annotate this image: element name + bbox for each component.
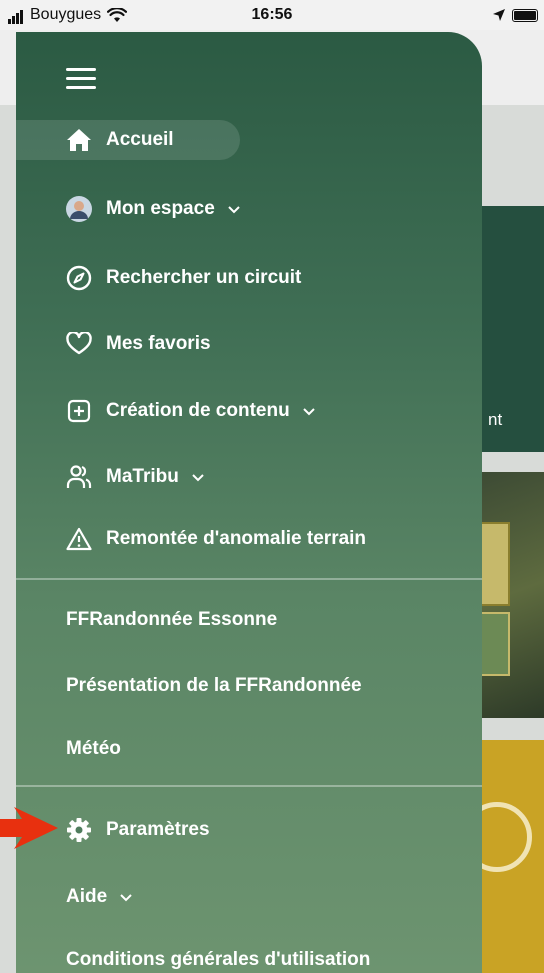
menu-item-label: Accueil [106, 129, 174, 150]
menu-item-creation-contenu[interactable]: Création de contenu [66, 391, 316, 431]
menu-item-meteo[interactable]: Météo [66, 738, 121, 760]
chevron-down-icon [192, 474, 204, 482]
menu-item-remontee-anomalie[interactable]: Remontée d'anomalie terrain [66, 519, 366, 559]
menu-item-presentation-ffrandonnee[interactable]: Présentation de la FFRandonnée [66, 675, 362, 697]
status-time: 16:56 [251, 6, 293, 23]
navigation-drawer: Accueil Mon espace Rechercher un circuit [16, 32, 482, 973]
menu-item-label: Mon espace [106, 198, 215, 219]
location-arrow-icon [493, 9, 505, 21]
status-right [492, 8, 538, 22]
chevron-down-icon [302, 408, 315, 416]
menu-item-mon-espace[interactable]: Mon espace [66, 189, 241, 229]
warning-icon [66, 526, 92, 552]
menu-item-label: Remontée d'anomalie terrain [106, 528, 367, 549]
menu-item-accueil[interactable]: Accueil [16, 120, 240, 160]
gear-icon [66, 817, 92, 843]
menu-item-label: Rechercher un circuit [106, 267, 302, 288]
annotation-arrow-icon [0, 807, 58, 849]
menu-item-label: Aide [66, 886, 108, 907]
menu-item-matribu[interactable]: MaTribu [66, 457, 205, 497]
home-icon [66, 127, 92, 153]
chevron-down-icon [120, 894, 132, 902]
hamburger-menu-icon[interactable] [66, 68, 96, 90]
menu-divider [16, 578, 482, 580]
menu-item-label: Mes favoris [106, 333, 211, 354]
users-icon [66, 464, 92, 490]
compass-icon [66, 265, 92, 291]
menu-item-conditions-generales[interactable]: Conditions générales d'utilisation [66, 949, 370, 971]
menu-item-label: Création de contenu [106, 400, 290, 421]
menu-item-rechercher-circuit[interactable]: Rechercher un circuit [66, 258, 301, 298]
heart-icon [66, 331, 92, 357]
menu-item-aide[interactable]: Aide [66, 877, 133, 917]
menu-divider [16, 785, 482, 787]
menu-item-ffrandonnee-essonne[interactable]: FFRandonnée Essonne [66, 609, 277, 631]
battery-icon [512, 8, 538, 22]
status-bar: Bouygues 16:56 [0, 0, 544, 30]
menu-item-parametres[interactable]: Paramètres [66, 810, 210, 850]
avatar [66, 196, 92, 222]
menu-item-mes-favoris[interactable]: Mes favoris [66, 324, 211, 364]
background-card-text: nt [488, 410, 503, 429]
menu-item-label: MaTribu [106, 466, 179, 487]
menu-item-label: Paramètres [106, 819, 210, 840]
plus-square-icon [66, 398, 92, 424]
chevron-down-icon [228, 206, 240, 214]
